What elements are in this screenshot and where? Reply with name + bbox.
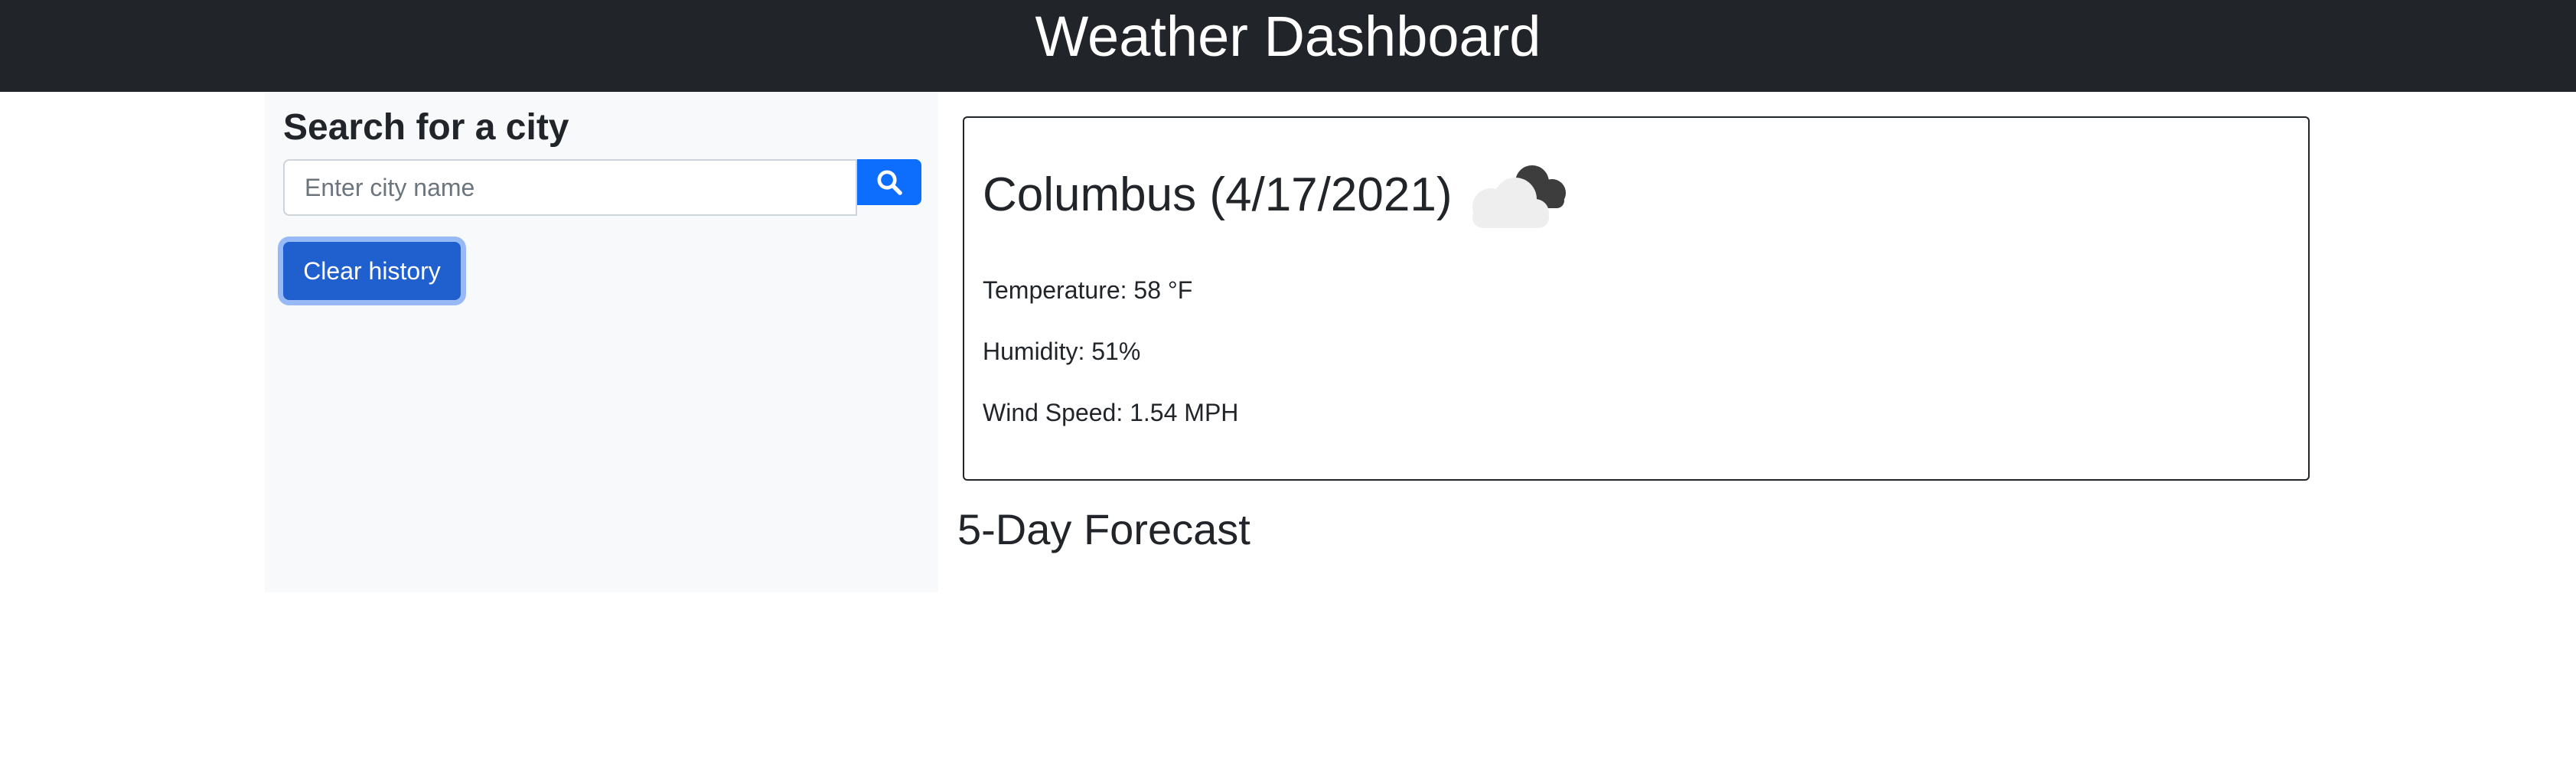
search-button[interactable] xyxy=(857,159,921,205)
search-sidebar: Search for a city Clear history xyxy=(265,92,938,592)
navbar: Weather Dashboard xyxy=(0,0,2576,92)
city-date-title: Columbus (4/17/2021) xyxy=(983,168,1453,221)
temperature-text: Temperature: 58 °F xyxy=(983,276,1193,304)
forecast-heading: 5-Day Forecast xyxy=(957,505,1251,553)
search-icon xyxy=(877,170,902,195)
city-search-input[interactable] xyxy=(283,159,857,216)
page-title: Weather Dashboard xyxy=(1035,5,1541,68)
search-heading: Search for a city xyxy=(283,107,569,148)
wind-speed-text: Wind Speed: 1.54 MPH xyxy=(983,399,1239,426)
humidity-text: Humidity: 51% xyxy=(983,338,1141,365)
clear-history-button[interactable]: Clear history xyxy=(283,242,461,300)
cloud-icon xyxy=(1472,165,1566,228)
current-weather-card: Columbus (4/17/2021) Temperature: 58 °F … xyxy=(963,116,2310,481)
